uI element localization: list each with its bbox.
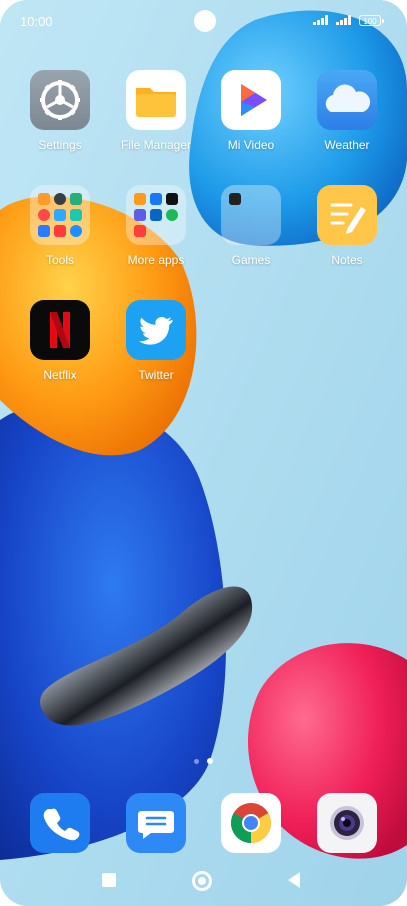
app-label: Mi Video — [227, 138, 275, 152]
chrome-icon[interactable] — [221, 793, 281, 853]
app-mini-icon — [229, 193, 241, 205]
folder-more-apps[interactable]: More apps — [111, 185, 201, 267]
folder-icon — [221, 185, 281, 245]
app-mini-icon — [134, 225, 146, 237]
folder-games[interactable]: Games — [206, 185, 296, 267]
app-label: Notes — [331, 253, 363, 267]
play-icon — [221, 70, 281, 130]
app-label: Weather — [324, 138, 370, 152]
signal-icon — [336, 15, 351, 25]
battery-level: 100 — [363, 17, 377, 26]
recents-button[interactable] — [102, 873, 116, 887]
app-mini-icon — [134, 209, 146, 221]
front-camera-cutout — [194, 10, 216, 32]
app-label: Games — [231, 253, 271, 267]
folder-icon — [126, 185, 186, 245]
battery-icon: 100 — [359, 15, 384, 26]
app-mini-icon — [134, 193, 146, 205]
page-indicator-dot-active — [207, 758, 213, 764]
app-mini-icon — [70, 209, 82, 221]
netflix-icon — [30, 300, 90, 360]
home-screen: 10:00 100 Settings File Manager Mi Video… — [0, 0, 407, 906]
app-mini-icon — [54, 209, 66, 221]
app-mini-icon — [54, 193, 66, 205]
app-mini-icon — [166, 193, 178, 205]
app-label: More apps — [127, 253, 185, 267]
messages-icon[interactable] — [126, 793, 186, 853]
app-label: Twitter — [138, 368, 174, 382]
home-button[interactable] — [192, 871, 212, 891]
app-mini-icon — [166, 209, 178, 221]
app-settings[interactable]: Settings — [15, 70, 105, 152]
app-mi-video[interactable]: Mi Video — [206, 70, 296, 152]
app-notes[interactable]: Notes — [302, 185, 392, 267]
app-mini-icon — [150, 209, 162, 221]
home-dot-icon — [198, 877, 206, 885]
app-mini-icon — [38, 193, 50, 205]
app-file-manager[interactable]: File Manager — [111, 70, 201, 152]
app-netflix[interactable]: Netflix — [15, 300, 105, 382]
app-label: Tools — [45, 253, 74, 267]
twitter-bird-icon — [126, 300, 186, 360]
app-weather[interactable]: Weather — [302, 70, 392, 152]
status-bar: 10:00 100 — [0, 0, 407, 42]
app-twitter[interactable]: Twitter — [111, 300, 201, 382]
page-indicator-dot — [194, 759, 199, 764]
folder-icon — [30, 185, 90, 245]
settings-icon — [30, 70, 90, 130]
app-label: Netflix — [43, 368, 77, 382]
app-mini-icon — [70, 225, 82, 237]
app-mini-icon — [38, 209, 50, 221]
phone-icon[interactable] — [30, 793, 90, 853]
app-mini-icon — [150, 193, 162, 205]
folder-icon — [126, 70, 186, 130]
app-mini-icon — [70, 193, 82, 205]
app-label: File Manager — [120, 138, 192, 152]
back-button[interactable] — [286, 871, 302, 889]
cloud-icon — [317, 70, 377, 130]
camera-icon[interactable] — [317, 793, 377, 853]
app-label: Settings — [38, 138, 82, 152]
folder-tools[interactable]: Tools — [15, 185, 105, 267]
app-mini-icon — [54, 225, 66, 237]
status-time: 10:00 — [20, 14, 53, 29]
app-mini-icon — [38, 225, 50, 237]
signal-icon — [313, 15, 328, 25]
notes-icon — [317, 185, 377, 245]
